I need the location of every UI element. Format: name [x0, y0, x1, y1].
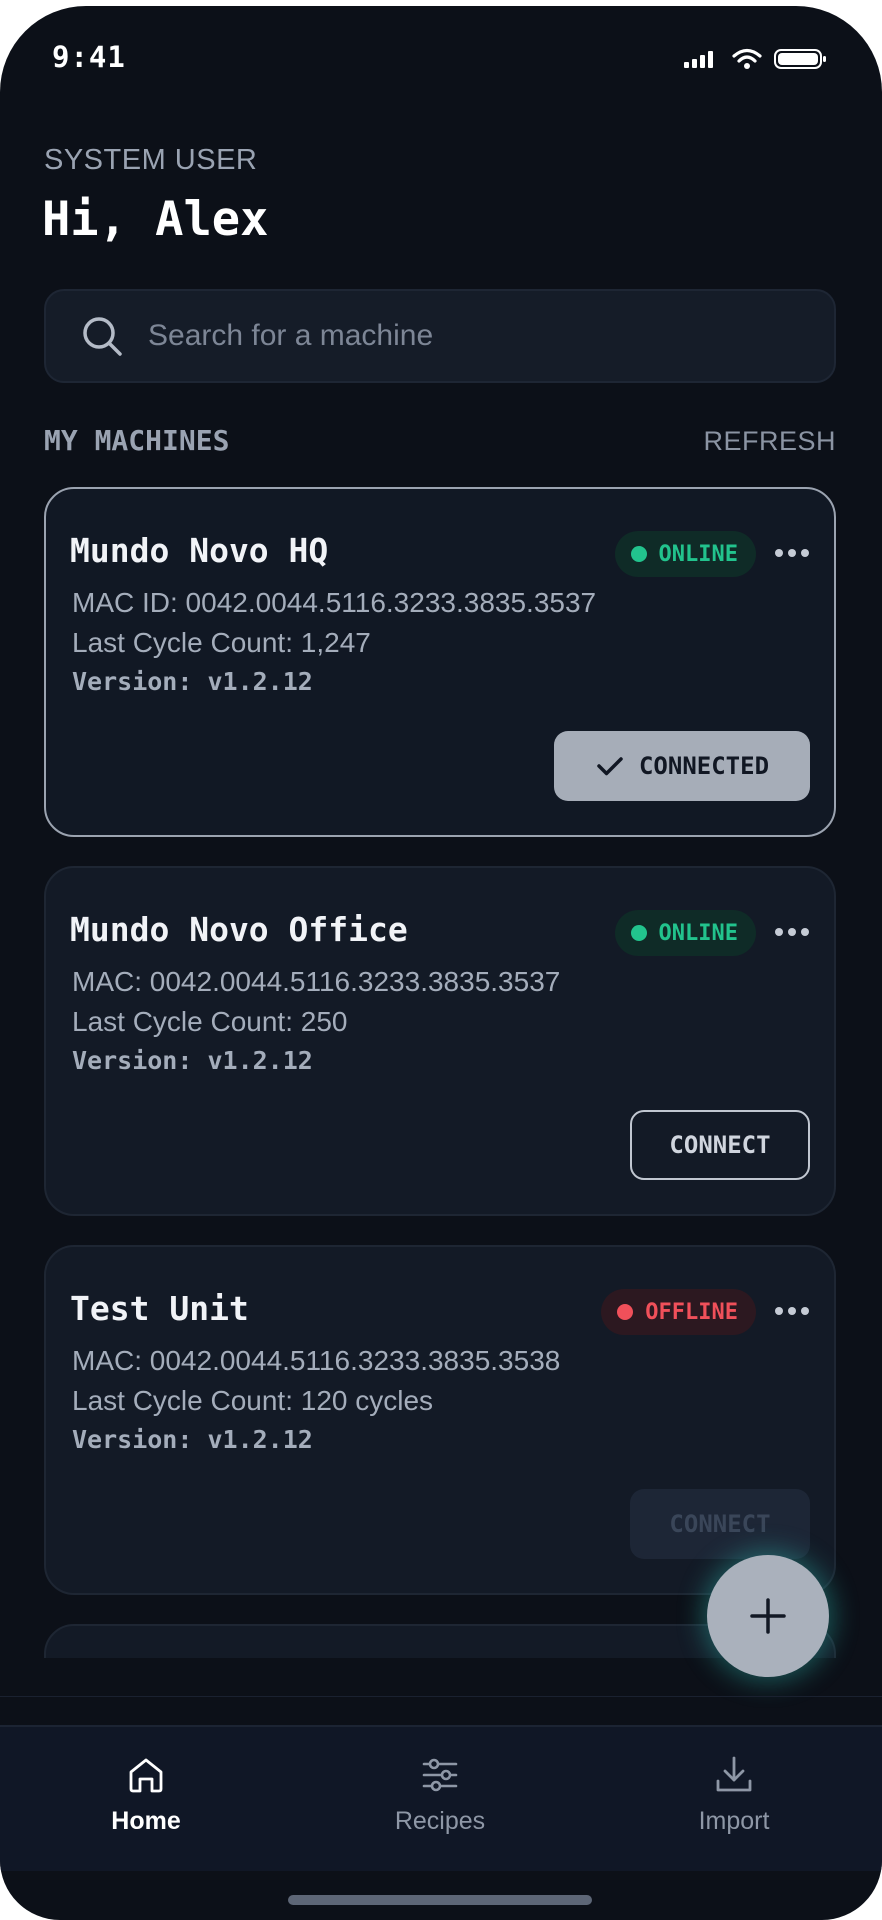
offline-dot-icon: [617, 1304, 634, 1320]
status-badge: OFFLINE: [601, 1289, 756, 1335]
machine-card[interactable]: Test Unit OFFLINE MAC: 0042.0044.5116.32…: [44, 1245, 836, 1595]
check-icon: [597, 757, 623, 776]
home-icon: [129, 1758, 163, 1793]
machine-mac: MAC ID: 0042.0044.5116.3233.3835.3537: [72, 587, 597, 618]
machine-version: Version: v1.2.12: [72, 667, 313, 696]
status-badge-label: ONLINE: [658, 541, 738, 567]
search-bar[interactable]: [44, 289, 836, 383]
status-badge-label: OFFLINE: [645, 1299, 738, 1325]
machine-cycle-count: Last Cycle Count: 250: [72, 1006, 348, 1037]
tab-recipes[interactable]: Recipes: [340, 1755, 540, 1836]
machine-cycle-count: Last Cycle Count: 1,247: [72, 627, 371, 658]
machine-name: Test Unit: [70, 1289, 249, 1328]
more-options-icon[interactable]: [774, 1299, 810, 1323]
status-badge: ONLINE: [614, 910, 756, 956]
tab-home-label: Home: [111, 1807, 181, 1835]
phone-screen: 9:41 SYSTEM USER Hi, Alex Search for a m…: [0, 6, 882, 1920]
status-badge-label: ONLINE: [658, 920, 738, 946]
home-indicator: [288, 1895, 592, 1905]
machine-name: Mundo Novo HQ: [70, 531, 329, 570]
machine-version: Version: v1.2.12: [72, 1046, 313, 1075]
machine-version: Version: v1.2.12: [72, 1425, 313, 1454]
machine-list[interactable]: Mundo Novo HQ ONLINE MAC ID: 0042.0044.5…: [0, 476, 882, 1658]
download-icon: [716, 1756, 752, 1792]
machine-card[interactable]: Mundo Novo Office ONLINE MAC: 0042.0044.…: [44, 866, 836, 1216]
machine-mac: MAC: 0042.0044.5116.3233.3835.3537: [72, 966, 561, 997]
more-options-icon[interactable]: [774, 920, 810, 944]
tab-import[interactable]: Import: [634, 1755, 834, 1836]
machine-mac: MAC: 0042.0044.5116.3233.3835.3538: [72, 1345, 561, 1376]
tab-home[interactable]: Home: [46, 1755, 246, 1836]
online-dot-icon: [630, 546, 647, 562]
section-title: MY MACHINES: [44, 424, 230, 457]
connect-button[interactable]: CONNECT: [630, 1110, 810, 1180]
battery-icon: [774, 49, 826, 69]
machine-card[interactable]: Mundo Novo HQ ONLINE MAC ID: 0042.0044.5…: [44, 487, 836, 837]
tab-recipes-label: Recipes: [394, 1807, 486, 1835]
connected-button[interactable]: CONNECTED: [554, 731, 810, 801]
connected-button-label: CONNECTED: [638, 752, 770, 780]
greeting-title: Hi, Alex: [42, 192, 269, 247]
online-dot-icon: [630, 925, 647, 941]
machine-name: Mundo Novo Office: [70, 910, 408, 949]
wifi-icon: [732, 48, 762, 69]
plus-icon: [750, 1598, 786, 1634]
sliders-icon: [422, 1758, 458, 1792]
more-options-icon[interactable]: [774, 541, 810, 565]
divider: [0, 1696, 882, 1697]
user-role-label: SYSTEM USER: [44, 144, 258, 176]
status-icons: [684, 48, 828, 70]
tab-import-label: Import: [698, 1807, 770, 1835]
search-input[interactable]: [146, 318, 790, 354]
search-icon: [83, 317, 122, 356]
connect-button-disabled: CONNECT: [630, 1489, 810, 1559]
signal-icon: [684, 51, 713, 68]
add-machine-button[interactable]: [707, 1555, 829, 1677]
status-bar: 9:41: [0, 6, 882, 106]
machine-cycle-count: Last Cycle Count: 120 cycles: [72, 1385, 434, 1416]
status-time: 9:41: [52, 40, 126, 74]
refresh-button[interactable]: REFRESH: [703, 426, 836, 457]
status-badge: ONLINE: [614, 531, 756, 577]
bottom-tab-bar: Home Recipes Import: [0, 1725, 882, 1871]
